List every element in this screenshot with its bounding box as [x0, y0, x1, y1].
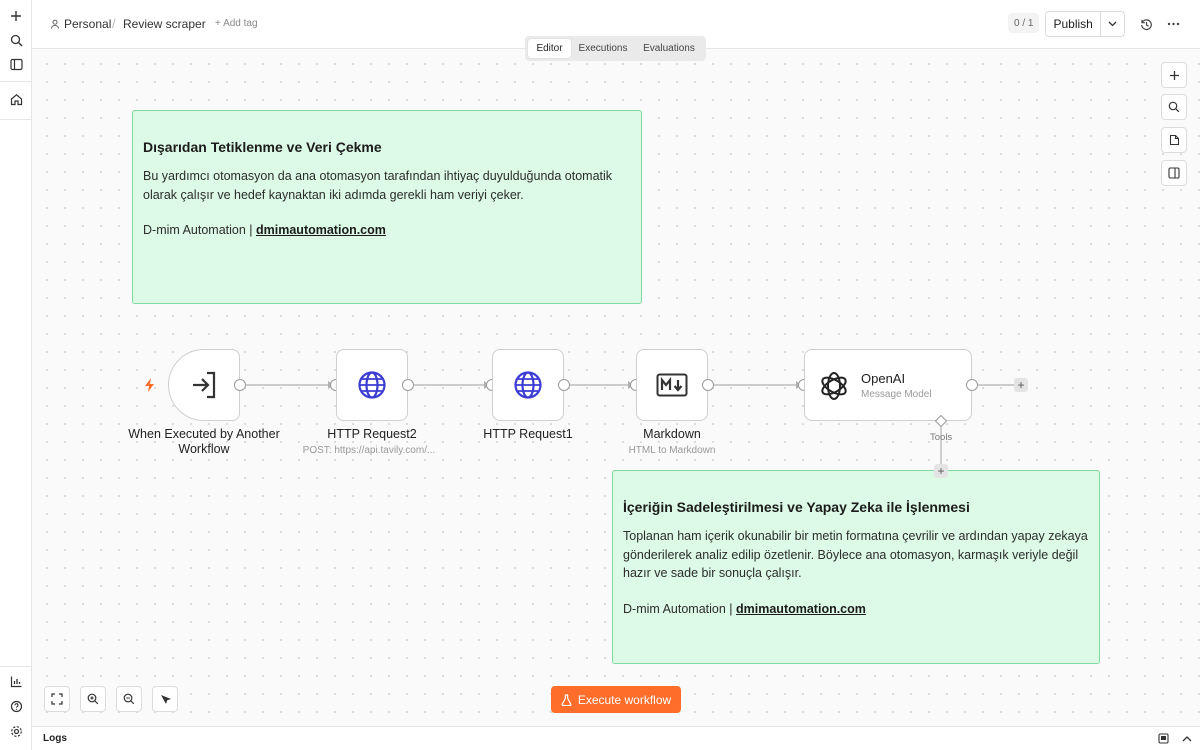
workflow-canvas[interactable]: Dışarıdan Tetiklenme ve Veri Çekme Bu ya… [32, 49, 1200, 726]
node-subtitle: POST: https://api.tavily.com/... [302, 445, 436, 456]
fit-view-button[interactable] [44, 686, 70, 712]
zoom-in-icon [87, 693, 99, 705]
zoom-out-icon [123, 693, 135, 705]
help-icon[interactable] [4, 694, 28, 718]
credit-link[interactable]: dmimautomation.com [736, 602, 866, 616]
globe-icon [358, 371, 386, 399]
workflow-name-text: Review scraper [123, 17, 206, 31]
tools-handle[interactable] [935, 415, 947, 427]
node-label: HTTP Request1 [483, 427, 573, 441]
left-rail [0, 0, 32, 750]
flask-icon [561, 693, 572, 706]
sticky-title: İçeriğin Sadeleştirilmesi ve Yapay Zeka … [623, 499, 970, 515]
search-icon [1168, 101, 1180, 113]
search-icon[interactable] [4, 28, 28, 52]
output-handle[interactable] [702, 379, 714, 391]
chevron-up-icon[interactable] [1182, 735, 1192, 742]
search-nodes-button[interactable] [1161, 94, 1187, 120]
publish-button[interactable]: Publish [1046, 17, 1100, 31]
execute-label: Execute workflow [577, 692, 672, 707]
add-sticky-button[interactable] [1161, 127, 1187, 153]
sticky-note-icon [1169, 134, 1179, 146]
tab-editor[interactable]: Editor [528, 39, 571, 58]
insights-icon[interactable] [4, 669, 28, 693]
execute-workflow-trigger-icon [193, 371, 216, 399]
home-icon[interactable] [4, 87, 28, 111]
toggle-side-panel-button[interactable] [1161, 160, 1187, 186]
workspace-name: Personal [64, 17, 112, 31]
openai-icon [821, 372, 847, 400]
view-tabs: Editor Executions Evaluations [525, 36, 706, 61]
panel-toggle-icon[interactable] [4, 52, 28, 76]
output-handle[interactable] [234, 379, 246, 391]
zoom-out-button[interactable] [116, 686, 142, 712]
add-tool-button[interactable]: + [934, 464, 948, 478]
node-http-request1[interactable] [492, 349, 564, 421]
node-http-request2[interactable] [336, 349, 408, 421]
add-icon[interactable] [4, 4, 28, 28]
wand-icon [160, 694, 171, 704]
logs-panel-bar[interactable]: Logs [32, 726, 1200, 750]
history-icon[interactable] [1135, 13, 1157, 35]
tidy-up-button[interactable] [152, 686, 178, 712]
node-label: HTTP Request2 [327, 427, 417, 441]
node-subtitle: HTML to Markdown [628, 445, 716, 456]
breadcrumb-separator: / [112, 16, 116, 31]
tools-label: Tools [930, 432, 953, 443]
logs-label: Logs [43, 733, 67, 744]
output-handle[interactable] [558, 379, 570, 391]
version-counter: 0 / 1 [1008, 13, 1040, 33]
chevron-down-icon[interactable] [1100, 12, 1124, 36]
tab-executions[interactable]: Executions [571, 39, 635, 58]
plus-icon [1169, 70, 1179, 80]
node-execute-workflow-trigger[interactable] [168, 349, 240, 421]
node-openai[interactable]: OpenAI Message Model [804, 349, 972, 421]
node-subtitle: Message Model [861, 389, 932, 400]
node-label: Markdown [643, 427, 701, 441]
fit-view-icon [51, 693, 63, 705]
output-handle[interactable] [402, 379, 414, 391]
globe-icon [514, 371, 542, 399]
execute-workflow-button[interactable]: Execute workflow [551, 686, 681, 713]
add-node-button[interactable]: + [1014, 378, 1028, 392]
add-node-panel-button[interactable] [1161, 62, 1187, 88]
more-options-icon[interactable] [1162, 13, 1184, 35]
sticky-body: Toplanan ham içerik okunabilir bir metin… [623, 529, 1088, 580]
workflow-editor: Personal / Review scraper + Add tag 0 / … [0, 0, 1200, 750]
node-label: OpenAI [861, 371, 906, 386]
rail-divider [0, 666, 31, 667]
panel-icon [1168, 167, 1180, 179]
add-tag-button[interactable]: + Add tag [215, 18, 258, 29]
settings-icon[interactable] [4, 719, 28, 743]
workflow-name[interactable]: Review scraper [123, 17, 206, 31]
publish-split-button: Publish [1045, 11, 1125, 37]
markdown-icon [656, 373, 688, 397]
user-icon [51, 19, 59, 29]
node-label: When Executed by Another Workflow [128, 427, 280, 456]
zoom-in-button[interactable] [80, 686, 106, 712]
tab-evaluations[interactable]: Evaluations [635, 39, 703, 58]
credit-prefix: D-mim Automation | [623, 601, 737, 616]
rail-divider [0, 81, 31, 82]
breadcrumb-workspace[interactable]: Personal [50, 17, 111, 31]
rail-divider [0, 119, 31, 120]
sticky-note[interactable]: İçeriğin Sadeleştirilmesi ve Yapay Zeka … [612, 470, 1100, 664]
sticky-credit: D-mim Automation | dmimautomation.com [623, 600, 1089, 619]
node-markdown[interactable] [636, 349, 708, 421]
output-handle[interactable] [966, 379, 978, 391]
lightning-icon [145, 378, 154, 392]
popout-icon[interactable] [1158, 733, 1169, 744]
